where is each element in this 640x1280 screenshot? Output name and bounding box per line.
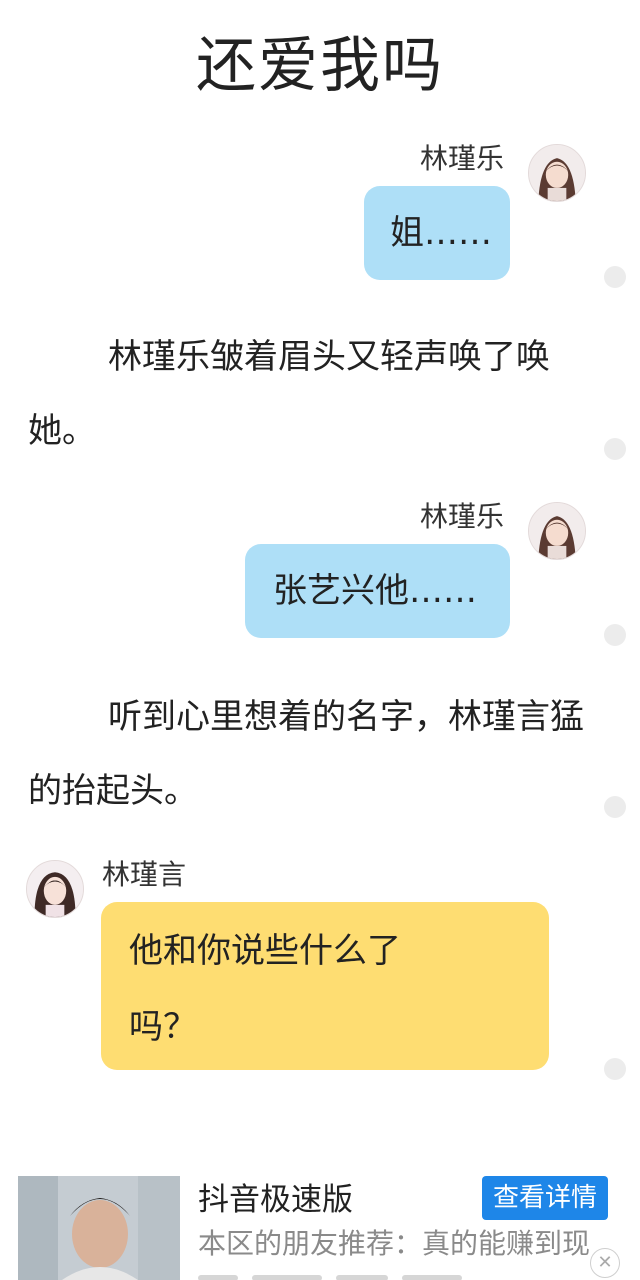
chat-bubble: 他和你说些什么了 吗？	[101, 902, 549, 1070]
ad-thumbnail[interactable]	[18, 1176, 180, 1280]
chat-bubble-text: 吗？	[129, 1007, 197, 1047]
chat-bubble-text: 他和你说些什么了	[129, 931, 401, 971]
avatar-jinle-icon	[529, 145, 585, 201]
ad-description: 本区的朋友推荐：真的能赚到现	[198, 1227, 591, 1260]
ad-banner[interactable]: 抖音极速版 查看详情 本区的朋友推荐：真的能赚到现	[0, 1166, 640, 1280]
avatar-jinle-icon	[529, 503, 585, 559]
chat-bubble: 姐……	[364, 186, 510, 280]
avatar-jinyan[interactable]	[26, 860, 84, 918]
ad-description-cutoff	[198, 1266, 498, 1280]
narration-paragraph: 林瑾乐皱着眉头又轻声唤了唤她。	[28, 337, 550, 451]
paragraph-comment-dot[interactable]	[604, 624, 626, 646]
paragraph-comment-dot[interactable]	[604, 1058, 626, 1080]
speaker-name: 林瑾乐	[420, 142, 505, 175]
speaker-name: 林瑾乐	[420, 500, 505, 533]
paragraph-comment-dot[interactable]	[604, 438, 626, 460]
chat-bubble-text: 姐……	[390, 213, 492, 253]
chat-bubble-text: 张艺兴他……	[273, 571, 477, 611]
ad-title: 抖音极速版	[198, 1182, 353, 1218]
speaker-name: 林瑾言	[102, 858, 187, 891]
narration-paragraph: 听到心里想着的名字，林瑾言猛的抬起头。	[28, 697, 584, 811]
avatar-jinle[interactable]	[528, 502, 586, 560]
page-title: 还爱我吗	[196, 31, 444, 101]
avatar-jinle[interactable]	[528, 144, 586, 202]
close-icon[interactable]: ✕	[590, 1248, 620, 1278]
view-details-button[interactable]: 查看详情	[482, 1176, 608, 1220]
chat-bubble: 张艺兴他……	[245, 544, 510, 638]
avatar-jinyan-icon	[27, 861, 83, 917]
paragraph-comment-dot[interactable]	[604, 266, 626, 288]
paragraph-comment-dot[interactable]	[604, 796, 626, 818]
